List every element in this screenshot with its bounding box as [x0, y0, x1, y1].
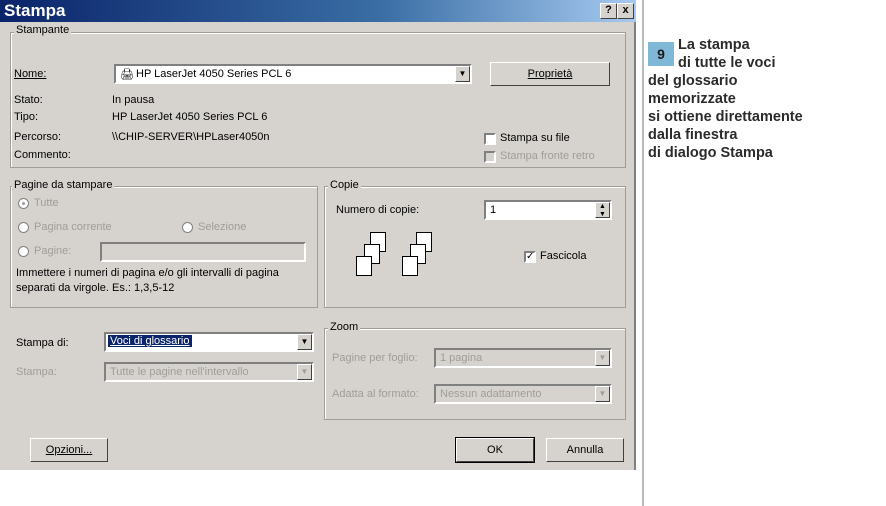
- properties-button[interactable]: Proprietà: [490, 62, 610, 86]
- copies-count-value: 1: [490, 204, 497, 216]
- zoom-group: [324, 328, 626, 420]
- pages-hint: Immettere i numeri di pagina e/o gli int…: [16, 267, 279, 294]
- help-button[interactable]: ?: [600, 3, 617, 19]
- path-label: Percorso:: [14, 131, 62, 143]
- status-value: In pausa: [112, 94, 155, 106]
- pages-per-sheet-select: 1 pagina ▼: [434, 348, 612, 368]
- print-what-select[interactable]: Voci di glossario ▼: [104, 332, 314, 352]
- printer-name-select[interactable]: 🖨 HP LaserJet 4050 Series PCL 6 ▼: [114, 64, 472, 84]
- current-page-label: Pagina corrente: [34, 221, 112, 233]
- print-label: Stampa:: [16, 366, 57, 378]
- copies-count-label: Numero di copie:: [336, 204, 420, 216]
- fit-value: Nessun adattamento: [440, 388, 542, 400]
- printer-icon: 🖨: [120, 69, 134, 81]
- spin-arrows-icon[interactable]: ▲ ▼: [595, 202, 610, 218]
- comment-label: Commento:: [14, 149, 71, 161]
- all-pages-radio: [18, 198, 29, 209]
- duplex-label: Stampa fronte retro: [500, 150, 595, 162]
- printer-name-value: HP LaserJet 4050 Series PCL 6: [136, 68, 292, 80]
- current-page-radio: [18, 222, 29, 233]
- print-range-select: Tutte le pagine nell'intervallo ▼: [104, 362, 314, 382]
- chevron-down-icon: ▼: [595, 386, 610, 402]
- title-bar: Stampa ? x: [0, 0, 636, 22]
- selection-radio: [182, 222, 193, 233]
- cancel-button[interactable]: Annulla: [546, 438, 624, 462]
- chevron-down-icon[interactable]: ▼: [297, 334, 312, 350]
- print-dialog: Stampa ? x Stampante Nome: 🖨 HP LaserJet…: [0, 0, 636, 470]
- path-value: \\CHIP-SERVER\HPLaser4050n: [112, 131, 270, 143]
- copies-legend: Copie: [328, 179, 361, 191]
- print-to-file-checkbox[interactable]: [484, 133, 496, 145]
- collate-checkbox[interactable]: ✓: [524, 251, 536, 263]
- status-label: Stato:: [14, 94, 43, 106]
- zoom-legend: Zoom: [328, 321, 361, 333]
- pages-legend: Pagine da stampare: [12, 179, 115, 191]
- chevron-down-icon: ▼: [297, 364, 312, 380]
- ok-button[interactable]: OK: [455, 437, 535, 463]
- duplex-checkbox: [484, 151, 496, 163]
- print-range-value: Tutte le pagine nell'intervallo: [110, 366, 249, 378]
- printer-legend: Stampante: [14, 24, 72, 36]
- collate-label: Fascicola: [540, 250, 587, 262]
- chevron-down-icon: ▼: [595, 350, 610, 366]
- print-what-label: Stampa di:: [16, 337, 69, 349]
- selection-label: Selezione: [198, 221, 247, 233]
- type-label: Tipo:: [14, 111, 39, 123]
- copies-count-input[interactable]: 1 ▲ ▼: [484, 200, 612, 220]
- fit-select: Nessun adattamento ▼: [434, 384, 612, 404]
- pages-per-sheet-label: Pagine per foglio:: [332, 352, 418, 364]
- pages-input: [100, 242, 306, 262]
- figure-caption: 9 La stampa di tutte le voci del glossar…: [642, 0, 878, 506]
- printer-name-label: Nome:: [14, 68, 47, 80]
- chevron-down-icon[interactable]: ▼: [455, 66, 470, 82]
- options-button[interactable]: Opzioni...: [30, 438, 108, 462]
- fit-label: Adatta al formato:: [332, 388, 419, 400]
- pages-radio: [18, 246, 29, 257]
- type-value: HP LaserJet 4050 Series PCL 6: [112, 111, 268, 123]
- all-pages-label: Tutte: [34, 197, 59, 209]
- dialog-title: Stampa: [4, 1, 66, 20]
- print-what-value: Voci di glossario: [108, 335, 192, 347]
- print-to-file-label: Stampa su file: [500, 132, 570, 144]
- printer-group: [10, 32, 626, 168]
- pages-label: Pagine:: [34, 245, 72, 257]
- pages-per-sheet-value: 1 pagina: [440, 352, 483, 364]
- close-button[interactable]: x: [617, 3, 634, 19]
